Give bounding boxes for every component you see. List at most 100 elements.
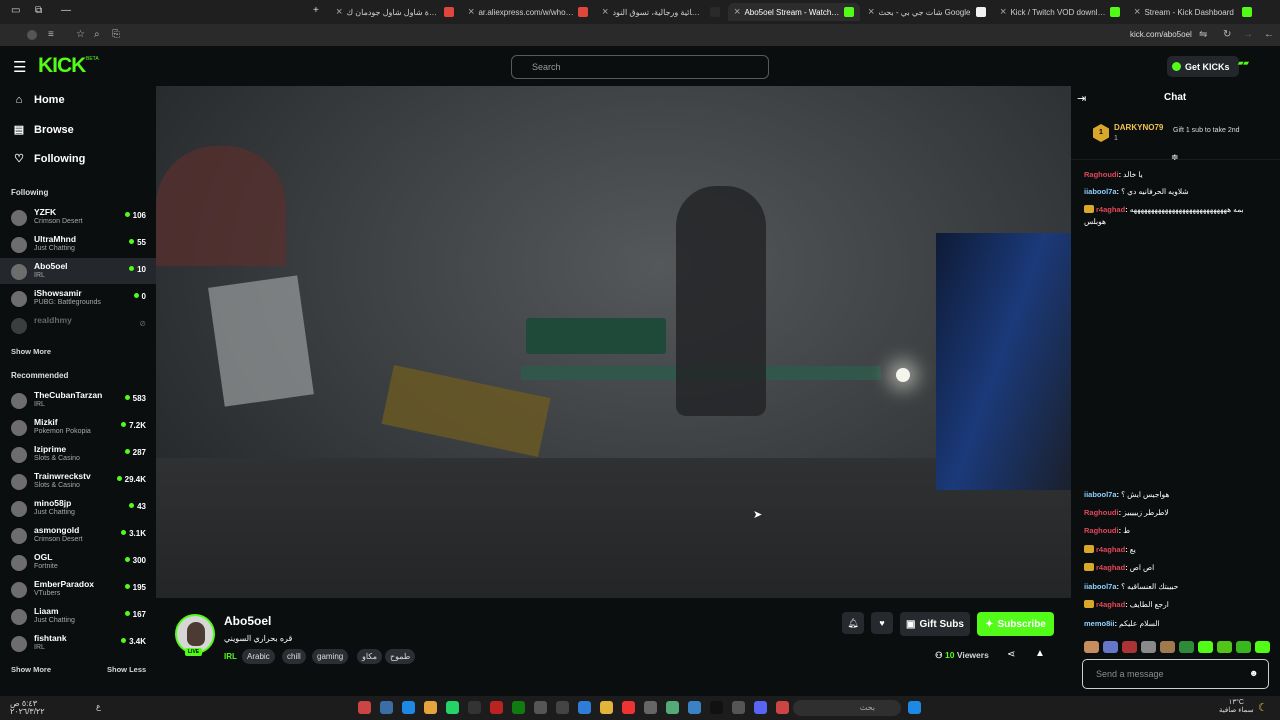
channel-item[interactable]: Trainwreckstv Slots & Casino 29.4K [0, 468, 156, 494]
star-icon[interactable]: ☆ [76, 29, 85, 40]
close-tab-icon[interactable]: × [1134, 6, 1140, 18]
new-tab-icon[interactable]: + [313, 5, 319, 16]
channel-item[interactable]: Abo5oel IRL 10 [0, 258, 156, 284]
report-icon[interactable]: ▲ [1035, 648, 1045, 659]
hamburger-menu-icon[interactable]: ☰ [13, 58, 26, 76]
chat-username[interactable]: r4aghad [1096, 545, 1125, 554]
tag-chill[interactable]: chill [282, 649, 306, 664]
browser-tab[interactable]: × ملابس نسائية ورجالية، تسوق النود... [596, 3, 726, 21]
taskbar-explorer-icon[interactable] [600, 701, 613, 714]
nav-browse[interactable]: ▤ Browse [13, 123, 74, 137]
chat-username[interactable]: iiabool7a [1084, 187, 1117, 196]
close-tab-icon[interactable]: × [336, 6, 342, 18]
taskbar-app-2[interactable] [468, 701, 481, 714]
channel-item[interactable]: realdhmy ⊘ [0, 312, 156, 338]
extensions-icon[interactable]: ≡ [48, 29, 54, 40]
stream-category[interactable]: IRL [224, 652, 237, 661]
close-tab-icon[interactable]: × [602, 6, 608, 18]
channel-item[interactable]: UltraMhnd Just Chatting 55 [0, 231, 156, 257]
close-tab-icon[interactable]: × [468, 6, 474, 18]
site-settings-icon[interactable]: ⇋ [1199, 29, 1207, 40]
chat-username[interactable]: iiabool7a [1084, 582, 1117, 591]
follow-button[interactable]: ♥ [871, 612, 893, 634]
taskbar-app-8[interactable] [732, 701, 745, 714]
taskbar-xbox-icon[interactable] [512, 701, 525, 714]
emote-10[interactable] [1255, 641, 1270, 653]
channel-item[interactable]: mino58jp Just Chatting 43 [0, 495, 156, 521]
taskbar-search[interactable]: بحث [793, 700, 901, 716]
chat-username[interactable]: r4aghad [1096, 600, 1125, 609]
channel-item[interactable]: YZFK Crimson Desert 106 [0, 204, 156, 230]
browser-tab[interactable]: × Stream - Kick Dashboard [1128, 3, 1258, 21]
weather-widget[interactable]: ١٣°C سماء صافية [1219, 699, 1254, 715]
reload-icon[interactable]: ↻ [1223, 29, 1231, 40]
browser-tab[interactable]: × Abo5oel Stream - Watch Live... [728, 3, 860, 21]
taskbar-app-4[interactable] [534, 701, 547, 714]
taskbar-app-9[interactable] [776, 701, 789, 714]
chat-username[interactable]: Raghoudi [1084, 526, 1119, 535]
close-tab-icon[interactable]: × [734, 6, 740, 18]
tab-actions-icon[interactable]: ⧉ [35, 5, 42, 16]
url-field[interactable]: kick.com/abo5oel [1130, 30, 1192, 39]
taskbar-edge-icon[interactable] [402, 701, 415, 714]
channel-item[interactable]: fishtank IRL 3.4K [0, 630, 156, 656]
gift-subs-button[interactable]: ▣ Gift Subs [900, 612, 970, 636]
tag-arabic[interactable]: Arabic [242, 649, 275, 664]
taskbar-steam-icon[interactable] [380, 701, 393, 714]
taskbar-app-3[interactable] [490, 701, 503, 714]
emote-9[interactable] [1236, 641, 1251, 653]
taskbar-app-1[interactable] [358, 701, 371, 714]
browser-tab[interactable]: × Kick / Twitch VOD downloader [994, 3, 1126, 21]
expand-leaderboard-icon[interactable]: ≑ [1171, 152, 1179, 163]
streamer-name[interactable]: Abo5oel [224, 614, 271, 628]
browser-tab[interactable]: × ar.aliexpress.com/w/wholesale-... [462, 3, 594, 21]
taskbar-youtube-icon[interactable] [622, 701, 635, 714]
video-player[interactable] [156, 86, 1071, 598]
tag-arabic-2[interactable]: طموح [385, 649, 416, 664]
channel-item[interactable]: asmongold Crimson Desert 3.1K [0, 522, 156, 548]
chat-username[interactable]: Raghoudi [1084, 508, 1119, 517]
channel-item[interactable]: iShowsamir PUBG: Battlegrounds 0 [0, 285, 156, 311]
browser-tab[interactable]: × شات جي بي - بحث Google [862, 3, 992, 21]
chat-username[interactable]: Raghoudi [1084, 170, 1119, 179]
emote-6[interactable] [1179, 641, 1194, 653]
taskbar-app-5[interactable] [556, 701, 569, 714]
taskbar-store-icon[interactable] [578, 701, 591, 714]
close-tab-icon[interactable]: × [1000, 6, 1006, 18]
top-gifter-name[interactable]: DARKYNO79 [1114, 123, 1163, 132]
channel-item[interactable]: EmberParadox VTubers 195 [0, 576, 156, 602]
share-icon[interactable]: ⋖ [1007, 649, 1015, 660]
tag-gaming[interactable]: gaming [312, 649, 349, 664]
emote-1[interactable] [1084, 641, 1099, 653]
emote-4[interactable] [1141, 641, 1156, 653]
close-tab-icon[interactable]: × [868, 6, 874, 18]
emoji-icon[interactable]: ☻ [1249, 668, 1258, 678]
zoom-icon[interactable]: ⌕ [94, 29, 100, 40]
emote-5[interactable] [1160, 641, 1175, 653]
channel-item[interactable]: OGL Fortnite 300 [0, 549, 156, 575]
lang-indicator[interactable]: ع [96, 702, 101, 711]
chat-username[interactable]: iiabool7a [1084, 490, 1117, 499]
nav-following[interactable]: ♡ Following [13, 152, 85, 166]
browser-tab[interactable]: × أفضل دعوة شاول شاول جودمان ك... [330, 3, 460, 21]
gift-prompt[interactable]: Gift 1 sub to take 2nd [1173, 126, 1273, 136]
channel-item[interactable]: Iziprime Slots & Casino 287 [0, 441, 156, 467]
get-kicks-button[interactable]: Get KICKs [1167, 56, 1239, 77]
browser-menu-icon[interactable]: ▭ [11, 5, 20, 16]
show-less-recommended[interactable]: Show Less [107, 665, 146, 674]
emote-7[interactable] [1198, 641, 1213, 653]
notification-bell-button[interactable]: 🔔︎ [842, 612, 864, 634]
search-input[interactable] [511, 55, 769, 79]
back-icon[interactable]: ← [1264, 29, 1274, 40]
windows-start-icon[interactable] [908, 701, 921, 714]
emote-2[interactable] [1103, 641, 1118, 653]
chat-username[interactable]: memo8ii [1084, 619, 1114, 628]
user-avatar[interactable]: ▰▰ [1238, 59, 1254, 73]
taskbar-app-6[interactable] [644, 701, 657, 714]
taskbar-discord-icon[interactable] [754, 701, 767, 714]
channel-item[interactable]: TheCubanTarzan IRL 583 [0, 387, 156, 413]
channel-item[interactable]: Liaam Just Chatting 167 [0, 603, 156, 629]
taskbar-whatsapp-icon[interactable] [446, 701, 459, 714]
taskbar-tiktok-icon[interactable] [710, 701, 723, 714]
nav-home[interactable]: ⌂ Home [13, 94, 65, 106]
